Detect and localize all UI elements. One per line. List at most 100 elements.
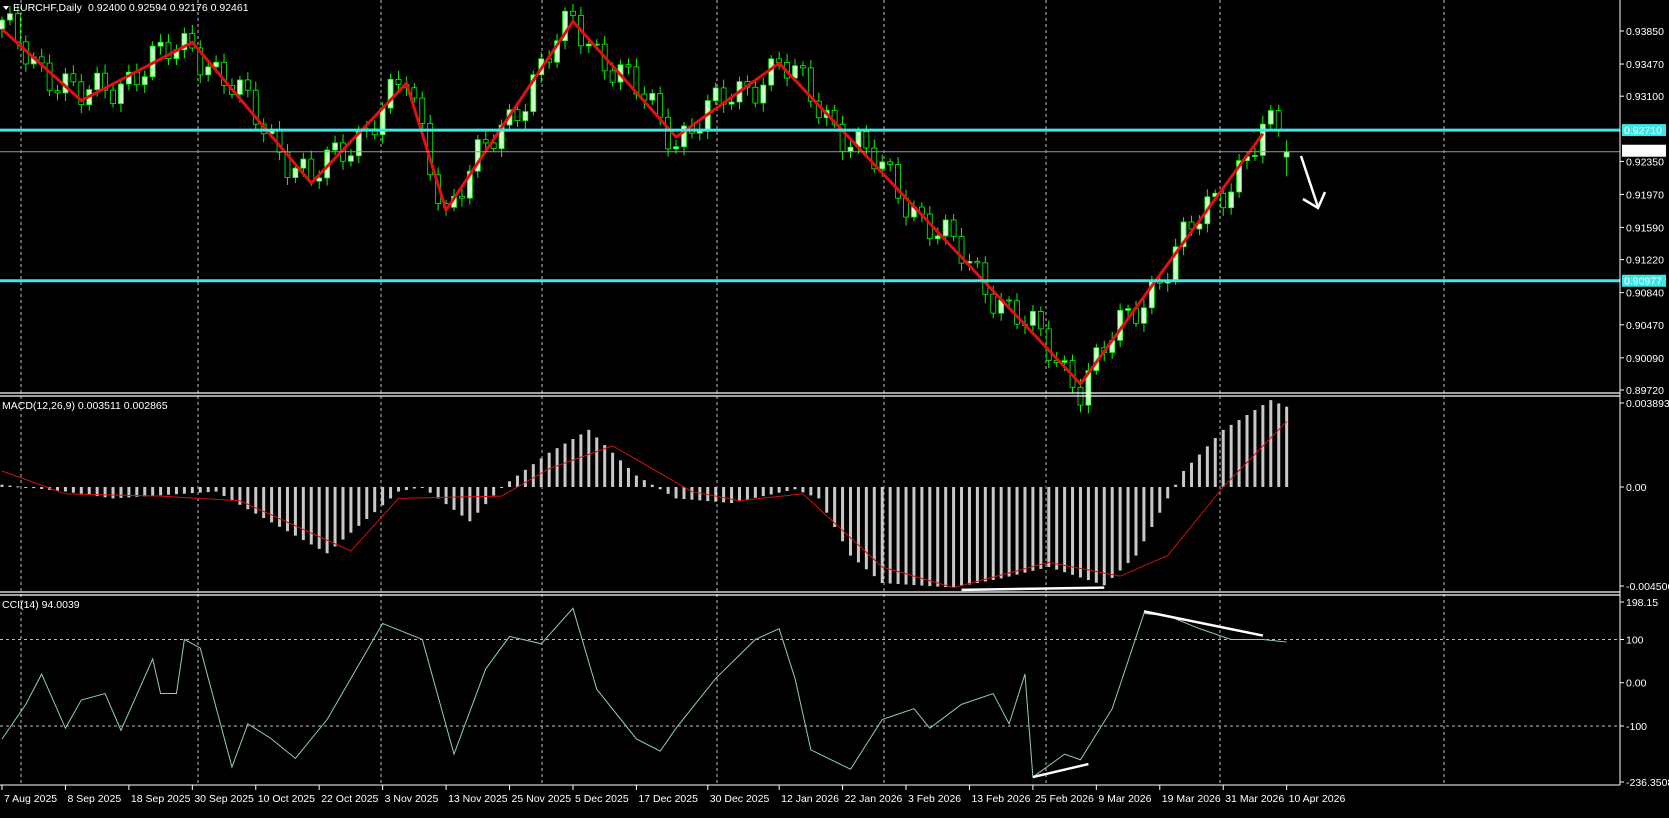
bull-candle-body <box>94 72 101 90</box>
macd-bar <box>730 486 734 503</box>
macd-bar <box>825 486 829 513</box>
bull-candle-body <box>760 84 767 104</box>
bear-candle-body <box>514 109 521 122</box>
time-axis-label: 25 Nov 2025 <box>512 793 572 805</box>
price-axis-label: 0.93850 <box>1626 26 1664 38</box>
time-axis-label: 9 Mar 2026 <box>1098 793 1151 805</box>
macd-bar <box>301 486 305 541</box>
macd-bar <box>856 486 860 563</box>
macd-bar <box>674 486 678 499</box>
time-axis-label: 19 Mar 2026 <box>1162 793 1221 805</box>
macd-bar <box>904 486 908 585</box>
time-axis-label: 25 Feb 2026 <box>1035 793 1094 805</box>
bull-candle-body <box>649 93 656 101</box>
macd-bar <box>555 448 559 487</box>
time-axis-label: 13 Feb 2026 <box>971 793 1030 805</box>
macd-bar <box>32 486 36 489</box>
bear-candle-body <box>133 71 140 86</box>
macd-bar <box>111 486 115 499</box>
bull-candle-body <box>879 161 886 170</box>
trading-chart[interactable]: 0.93850 0.93470 0.93100 0.92350 0.91970 0.915… <box>0 0 1669 813</box>
macd-bar <box>1253 410 1257 487</box>
macd-bar <box>309 486 313 545</box>
macd-bar <box>270 486 274 523</box>
bull-candle-body <box>0 19 5 30</box>
macd-bar <box>579 434 583 487</box>
macd-bar <box>872 486 876 577</box>
macd-bar <box>460 486 464 516</box>
macd-axis-label: 0.00 <box>1626 482 1647 494</box>
macd-bar <box>722 486 726 503</box>
macd-bar <box>206 486 210 493</box>
macd-bar <box>769 486 773 495</box>
macd-bar <box>500 486 504 488</box>
macd-bar <box>1190 462 1193 487</box>
bull-candle-body <box>1030 310 1036 326</box>
bull-candle-body <box>7 13 13 21</box>
macd-bar <box>278 486 282 527</box>
macd-bar <box>650 484 654 487</box>
bull-candle-body <box>1267 110 1274 125</box>
macd-bar <box>40 486 44 489</box>
bear-candle-body <box>1045 328 1052 361</box>
macd-bar <box>1126 486 1130 564</box>
bull-candle-body <box>292 167 299 178</box>
macd-bar <box>333 486 337 547</box>
macd-bar <box>999 486 1003 579</box>
ohlc-label: 0.92400 0.92594 0.92176 0.92461 <box>88 2 249 14</box>
bull-candle-body <box>585 43 592 47</box>
bull-candle-body <box>236 79 243 95</box>
macd-bar <box>24 486 28 488</box>
macd-bar <box>603 445 607 487</box>
macd-bar <box>285 486 289 532</box>
macd-bar <box>404 486 408 491</box>
macd-bar <box>317 486 321 549</box>
time-axis-label: 30 Sep 2025 <box>194 793 254 805</box>
macd-bar <box>325 486 329 554</box>
macd-bar <box>389 486 393 499</box>
macd-bar <box>745 486 749 500</box>
time-axis-label: 30 Dec 2025 <box>710 793 770 805</box>
macd-bar <box>1039 486 1043 569</box>
macd-bar <box>936 486 940 587</box>
macd-bar <box>1221 429 1225 487</box>
macd-bar <box>143 486 147 497</box>
macd-bar <box>1213 438 1217 487</box>
macd-bar <box>412 486 416 489</box>
macd-bar <box>952 486 956 588</box>
time-axis-label: 3 Feb 2026 <box>908 793 961 805</box>
macd-bar <box>1182 470 1186 487</box>
macd-bar <box>159 486 163 496</box>
cci-axis-label: -236.3508 <box>1626 777 1669 789</box>
macd-bar <box>817 486 821 499</box>
bull-candle-body <box>141 76 148 86</box>
bear-candle-body <box>1006 299 1013 302</box>
price-axis-label: 0.90470 <box>1626 320 1664 332</box>
macd-axis-label: 0.003893 <box>1626 398 1669 410</box>
bull-candle-body <box>332 142 338 151</box>
bear-candle-body <box>419 97 426 124</box>
bear-candle-body <box>110 89 116 104</box>
macd-bar <box>87 486 91 495</box>
macd-bar <box>595 437 599 487</box>
bull-candle-body <box>157 41 164 47</box>
macd-bar <box>79 486 83 494</box>
bear-candle-body <box>244 79 251 91</box>
macd-bar <box>198 486 202 493</box>
macd-bar <box>182 486 186 494</box>
price-axis-label: 0.92350 <box>1626 156 1664 168</box>
bull-candle-body <box>673 146 679 150</box>
macd-bar <box>1110 486 1114 578</box>
bull-candle-body <box>1061 360 1068 363</box>
macd-label: MACD(12,26,9) 0.003511 0.002865 <box>2 400 168 412</box>
macd-bar <box>753 486 757 498</box>
macd-bar <box>365 486 369 519</box>
macd-bar <box>1063 486 1067 573</box>
macd-bar <box>737 486 741 502</box>
macd-bar <box>349 486 353 533</box>
macd-bar <box>960 486 964 587</box>
macd-bar <box>1174 484 1178 487</box>
macd-bar <box>151 486 155 496</box>
bear-candle-body <box>482 139 489 144</box>
macd-bar <box>658 486 662 490</box>
